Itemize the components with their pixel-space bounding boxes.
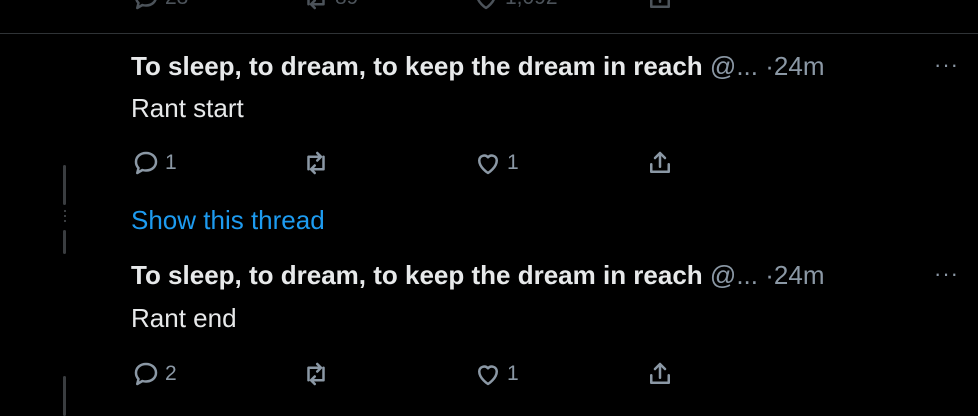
display-name[interactable]: To sleep, to dream, to keep the dream in… xyxy=(131,51,703,81)
like-count: 1 xyxy=(507,151,519,174)
retweet-arrows-icon xyxy=(307,0,325,10)
share-upload-icon xyxy=(650,362,670,384)
reply-button[interactable]: 1 xyxy=(131,147,177,179)
thread-connector-dots xyxy=(64,210,66,225)
thread-connector-line xyxy=(63,376,66,416)
display-name[interactable]: To sleep, to dream, to keep the dream in… xyxy=(131,260,703,290)
show-thread-link[interactable]: Show this thread xyxy=(131,204,325,236)
thread-connector-line xyxy=(63,230,66,254)
like-button[interactable]: 1 xyxy=(473,147,519,179)
speech-bubble-icon xyxy=(134,151,158,175)
tweet-header: To sleep, to dream, to keep the dream in… xyxy=(131,259,824,291)
user-handle[interactable]: @... xyxy=(710,51,758,81)
like-button[interactable]: 1,092 xyxy=(471,0,558,14)
reply-count: 23 xyxy=(165,0,188,10)
reply-button[interactable]: 2 xyxy=(131,358,177,390)
tweet-time[interactable]: 24m xyxy=(774,260,825,290)
share-button[interactable] xyxy=(645,358,675,390)
reply-button[interactable]: 23 xyxy=(131,0,188,14)
like-count: 1,092 xyxy=(505,0,558,10)
tweet-time[interactable]: 24m xyxy=(774,51,825,81)
retweet-button[interactable]: 89 xyxy=(301,0,358,14)
share-upload-icon xyxy=(650,0,670,8)
share-upload-icon xyxy=(650,151,670,173)
tweet-header: To sleep, to dream, to keep the dream in… xyxy=(131,50,824,82)
heart-outline-icon xyxy=(478,365,498,386)
heart-outline-icon xyxy=(478,154,498,175)
more-options-button[interactable]: ··· xyxy=(934,52,959,78)
tweet-divider xyxy=(0,33,978,34)
tweet-actions: 2 1 xyxy=(131,358,691,390)
share-button[interactable] xyxy=(645,147,675,179)
reply-count: 2 xyxy=(165,362,177,385)
tweet-text: Rant start xyxy=(131,93,244,123)
share-button[interactable] xyxy=(645,0,675,14)
thread-connector-line xyxy=(63,165,66,205)
retweet-arrows-icon xyxy=(307,362,325,386)
previous-tweet-actions: 23 89 1,092 xyxy=(131,0,691,14)
retweet-button[interactable] xyxy=(301,358,335,390)
speech-bubble-icon xyxy=(135,0,157,10)
reply-count: 1 xyxy=(165,151,177,174)
like-button[interactable]: 1 xyxy=(473,358,519,390)
tweet-text: Rant end xyxy=(131,303,237,333)
speech-bubble-icon xyxy=(134,362,158,386)
time-separator: · xyxy=(765,51,774,81)
retweet-arrows-icon xyxy=(307,151,325,175)
retweet-count: 89 xyxy=(335,0,358,10)
user-handle[interactable]: @... xyxy=(710,260,758,290)
more-options-button[interactable]: ··· xyxy=(934,261,959,287)
like-count: 1 xyxy=(507,362,519,385)
heart-outline-icon xyxy=(477,0,495,10)
time-separator: · xyxy=(765,260,774,290)
tweet-actions: 1 1 xyxy=(131,147,691,179)
retweet-button[interactable] xyxy=(301,147,335,179)
